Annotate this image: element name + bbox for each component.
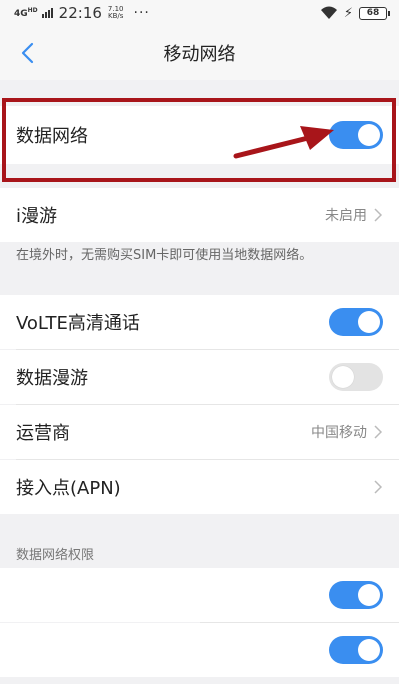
chevron-right-icon xyxy=(374,480,383,494)
i-roaming-row[interactable]: i漫游 未启用 xyxy=(0,188,399,242)
signal-icon xyxy=(41,8,53,18)
volte-row[interactable]: VoLTE高清通话 xyxy=(0,295,399,349)
chevron-right-icon xyxy=(374,208,383,222)
network-type: 4GHD xyxy=(14,6,38,19)
data-roaming-row[interactable]: 数据漫游 xyxy=(0,350,399,404)
permission-row[interactable] xyxy=(0,568,399,622)
toggle-knob xyxy=(358,311,380,333)
i-roaming-status: 未启用 xyxy=(325,208,367,224)
toggle-knob xyxy=(332,366,354,388)
data-roaming-toggle[interactable] xyxy=(329,363,383,391)
toggle-knob xyxy=(358,124,380,146)
data-network-toggle[interactable] xyxy=(329,121,383,149)
back-button[interactable] xyxy=(14,40,40,66)
carrier-label: 运营商 xyxy=(16,423,70,444)
more-notifications-icon: ··· xyxy=(133,5,150,21)
data-roaming-label: 数据漫游 xyxy=(16,368,88,389)
status-bar: 4GHD 22:16 7.10 KB/s ··· ⚡ 68 xyxy=(0,0,399,26)
app-header: 移动网络 xyxy=(0,26,399,80)
data-network-row[interactable]: 数据网络 xyxy=(0,106,399,164)
network-speed: 7.10 KB/s xyxy=(107,5,124,20)
carrier-value: 中国移动 xyxy=(311,425,367,441)
data-permissions-header: 数据网络权限 xyxy=(16,548,95,563)
battery-icon: 68 xyxy=(359,6,390,20)
toggle-knob xyxy=(358,584,380,606)
charging-icon: ⚡ xyxy=(343,5,353,21)
volte-label: VoLTE高清通话 xyxy=(16,313,140,334)
apn-row[interactable]: 接入点(APN) xyxy=(0,460,399,514)
permission-row[interactable] xyxy=(0,623,399,677)
i-roaming-label: i漫游 xyxy=(16,206,58,227)
toggle-knob xyxy=(358,639,380,661)
permission-toggle[interactable] xyxy=(329,636,383,664)
page-title: 移动网络 xyxy=(163,44,236,65)
clock: 22:16 xyxy=(58,4,102,22)
chevron-left-icon xyxy=(21,42,34,64)
permission-toggle[interactable] xyxy=(329,581,383,609)
wifi-icon xyxy=(320,6,337,19)
chevron-right-icon xyxy=(374,425,383,439)
volte-toggle[interactable] xyxy=(329,308,383,336)
data-network-label: 数据网络 xyxy=(16,126,88,147)
roaming-note: 在境外时，无需购买SIM卡即可使用当地数据网络。 xyxy=(16,248,313,263)
apn-label: 接入点(APN) xyxy=(16,478,121,499)
carrier-row[interactable]: 运营商 中国移动 xyxy=(0,405,399,459)
